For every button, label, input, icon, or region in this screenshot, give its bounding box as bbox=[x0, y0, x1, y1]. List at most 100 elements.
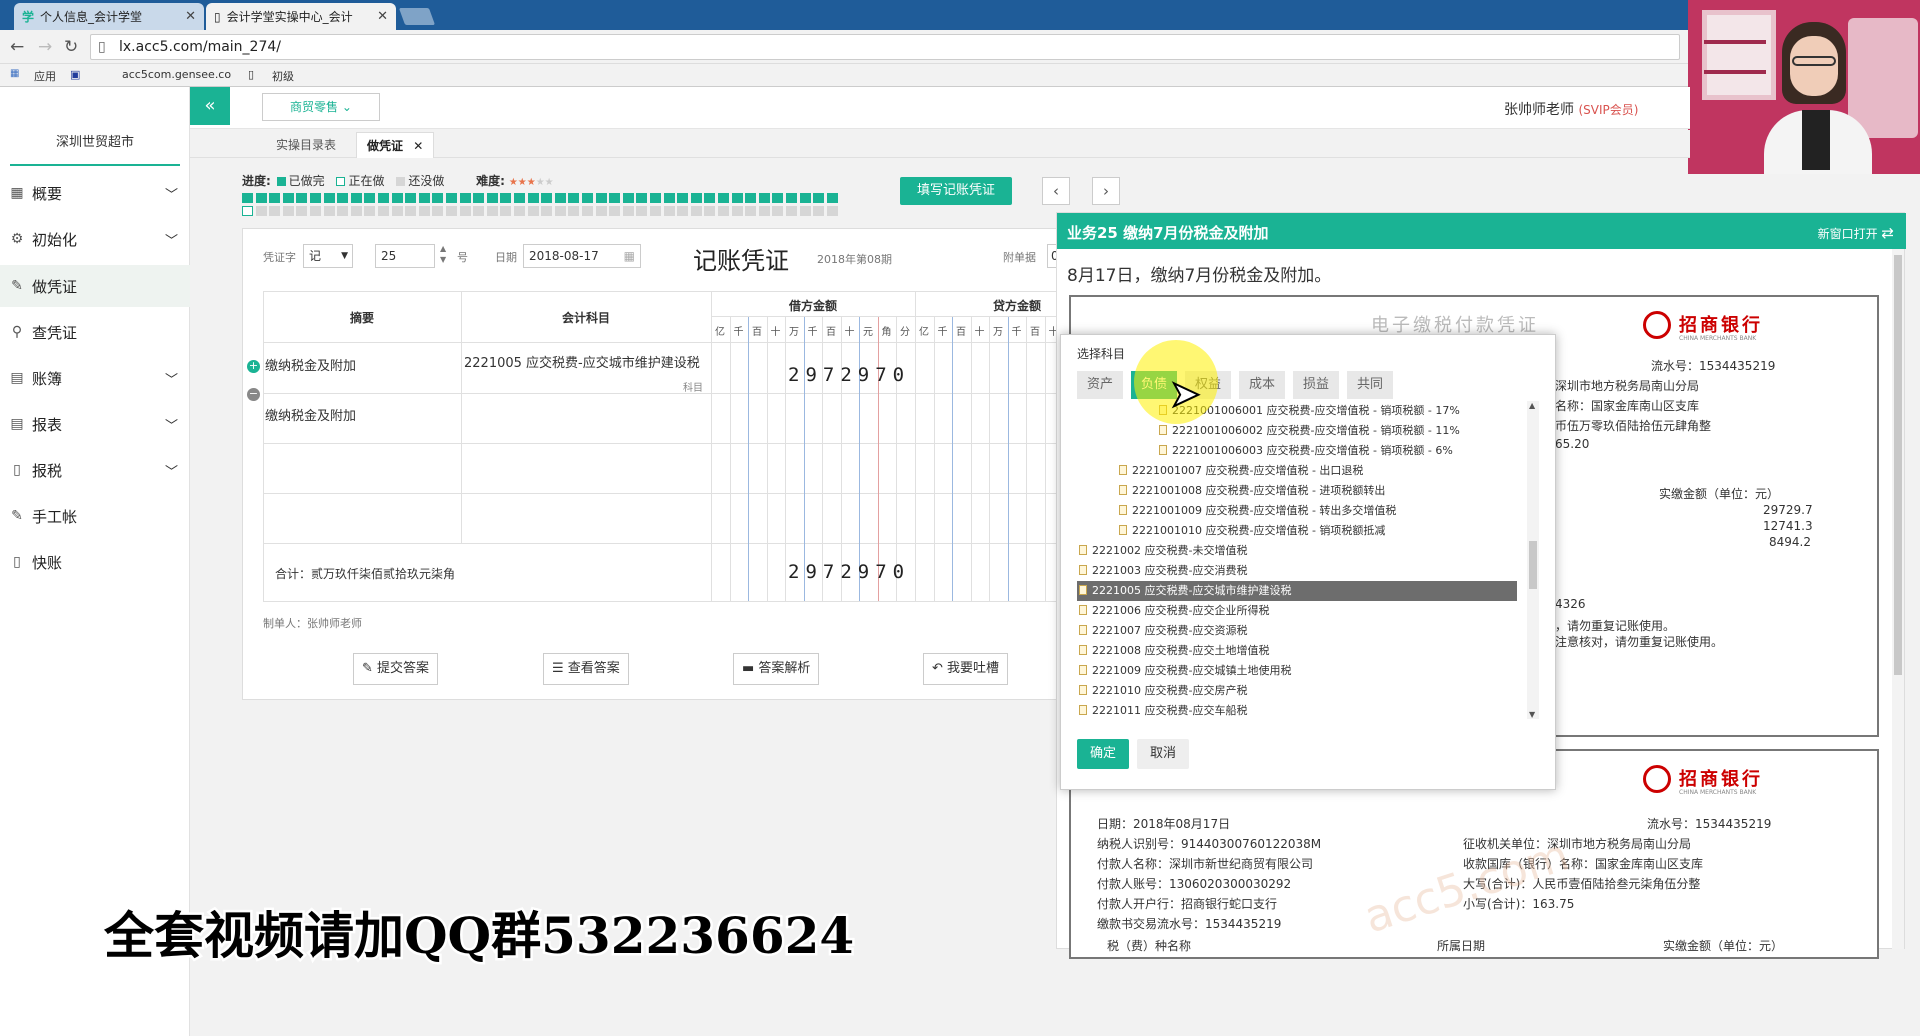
next-business-button[interactable]: › bbox=[1092, 177, 1120, 205]
answer-analysis-button[interactable]: ▬ 答案解析 bbox=[733, 653, 820, 685]
tab-profit-loss[interactable]: 损益 bbox=[1293, 371, 1339, 399]
progress-cell[interactable] bbox=[826, 193, 838, 203]
submit-answer-button[interactable]: ✎ 提交答案 bbox=[353, 653, 439, 685]
sidebar-item-make-voucher[interactable]: ✎ 做凭证 bbox=[0, 265, 190, 307]
sidebar-item-reports[interactable]: ▤ 报表 ﹀ bbox=[0, 403, 190, 445]
progress-cell[interactable] bbox=[677, 193, 689, 203]
progress-cell[interactable] bbox=[500, 193, 512, 203]
progress-cell[interactable] bbox=[364, 193, 376, 203]
progress-cell[interactable] bbox=[786, 193, 797, 203]
sidebar-item-init[interactable]: ⚙ 初始化 ﹀ bbox=[0, 218, 190, 260]
tree-item[interactable]: 2221001010 应交税费-应交增值税 - 销项税额抵减 bbox=[1077, 521, 1517, 541]
scroll-down-icon[interactable]: ▼ bbox=[1529, 710, 1535, 719]
browser-tab[interactable]: 学 个人信息_会计学堂 ✕ bbox=[14, 3, 204, 30]
progress-cell[interactable] bbox=[282, 206, 294, 216]
progress-cell[interactable] bbox=[731, 193, 743, 203]
progress-cell[interactable] bbox=[554, 206, 566, 216]
progress-cell[interactable] bbox=[595, 206, 607, 216]
progress-cell[interactable] bbox=[446, 206, 457, 216]
progress-cell[interactable] bbox=[473, 206, 485, 216]
prev-business-button[interactable]: ‹ bbox=[1042, 177, 1070, 205]
progress-cell[interactable] bbox=[323, 193, 335, 203]
progress-cell[interactable] bbox=[582, 206, 593, 216]
progress-cell[interactable] bbox=[282, 193, 294, 203]
progress-cell[interactable] bbox=[350, 206, 362, 216]
progress-cell[interactable] bbox=[772, 206, 784, 216]
progress-cell[interactable] bbox=[541, 193, 553, 203]
collapse-sidebar-button[interactable]: « bbox=[190, 87, 230, 125]
progress-cell[interactable] bbox=[500, 206, 512, 216]
number-stepper-icon[interactable]: ▲ ▼ bbox=[440, 243, 446, 265]
progress-cell[interactable] bbox=[337, 206, 349, 216]
progress-cell[interactable] bbox=[609, 193, 621, 203]
tree-item[interactable]: 2221001007 应交税费-应交增值税 - 出口退税 bbox=[1077, 461, 1517, 481]
browser-tab-active[interactable]: ▯ 会计学堂实操中心_会计 ✕ bbox=[206, 3, 396, 30]
fill-voucher-button[interactable]: 填写记账凭证 bbox=[900, 177, 1012, 205]
progress-cell[interactable] bbox=[242, 193, 253, 203]
forward-icon[interactable]: → bbox=[38, 37, 52, 57]
progress-cell[interactable] bbox=[473, 193, 485, 203]
progress-cell[interactable] bbox=[296, 193, 308, 203]
progress-cell[interactable] bbox=[622, 206, 634, 216]
progress-cell[interactable] bbox=[310, 193, 321, 203]
sidebar-item-quick-ledger[interactable]: ▯ 快账 bbox=[0, 541, 190, 583]
tab-assets[interactable]: 资产 bbox=[1077, 371, 1123, 399]
bookmark-chuji[interactable]: 初级 bbox=[272, 68, 294, 84]
progress-cell[interactable] bbox=[527, 206, 539, 216]
sidebar-item-ledger[interactable]: ▤ 账簿 ﹀ bbox=[0, 357, 190, 399]
new-tab-button[interactable] bbox=[398, 8, 436, 25]
row1-summary[interactable]: 缴纳税金及附加 bbox=[265, 355, 459, 374]
progress-cell[interactable] bbox=[582, 193, 593, 203]
close-icon[interactable]: ✕ bbox=[413, 139, 423, 153]
panel-scrollbar[interactable] bbox=[1892, 249, 1904, 949]
tab-make-voucher[interactable]: 做凭证 ✕ bbox=[356, 132, 435, 158]
progress-cell[interactable] bbox=[337, 193, 349, 203]
progress-cell[interactable] bbox=[296, 206, 308, 216]
progress-cell[interactable] bbox=[813, 206, 825, 216]
tab-practice-catalog[interactable]: 实操目录表 bbox=[266, 132, 346, 158]
progress-cell[interactable] bbox=[242, 206, 253, 216]
user-info[interactable]: 张帅师老师 (SVIP会员) bbox=[1504, 99, 1638, 119]
sidebar-item-tax[interactable]: ▯ 报税 ﹀ bbox=[0, 449, 190, 491]
progress-cell[interactable] bbox=[568, 206, 580, 216]
tree-item[interactable]: 2221001009 应交税费-应交增值税 - 转出多交增值税 bbox=[1077, 501, 1517, 521]
progress-cell[interactable] bbox=[378, 206, 389, 216]
progress-cell[interactable] bbox=[541, 206, 553, 216]
progress-cell[interactable] bbox=[677, 206, 689, 216]
progress-cell[interactable] bbox=[690, 206, 702, 216]
progress-cell[interactable] bbox=[459, 206, 471, 216]
progress-cell[interactable] bbox=[745, 193, 757, 203]
tab-cost[interactable]: 成本 bbox=[1239, 371, 1285, 399]
url-input[interactable]: ▯ lx.acc5.com/main_274/ bbox=[90, 34, 1680, 60]
close-tab-icon[interactable]: ✕ bbox=[185, 9, 196, 24]
view-answer-button[interactable]: ☰ 查看答案 bbox=[543, 653, 629, 685]
progress-cell[interactable] bbox=[350, 193, 362, 203]
progress-cell[interactable] bbox=[269, 193, 281, 203]
progress-cell[interactable] bbox=[527, 193, 539, 203]
progress-cell[interactable] bbox=[704, 206, 716, 216]
progress-cell[interactable] bbox=[609, 206, 621, 216]
tree-scrollbar[interactable]: ▲ ▼ bbox=[1527, 401, 1539, 719]
bookmark-gensee[interactable]: acc5com.gensee.co bbox=[122, 68, 231, 81]
progress-cell[interactable] bbox=[799, 193, 811, 203]
industry-dropdown[interactable]: 商贸零售 ⌄ bbox=[262, 93, 380, 121]
progress-cell[interactable] bbox=[650, 193, 661, 203]
progress-cell[interactable] bbox=[378, 193, 389, 203]
progress-cell[interactable] bbox=[405, 206, 417, 216]
feedback-button[interactable]: ↶ 我要吐槽 bbox=[923, 653, 1009, 685]
progress-cell[interactable] bbox=[255, 206, 267, 216]
tree-item[interactable]: 2221006 应交税费-应交企业所得税 bbox=[1077, 601, 1517, 621]
progress-cell[interactable] bbox=[554, 193, 566, 203]
row1-debit-amount[interactable]: 2972970 bbox=[788, 364, 910, 386]
close-tab-icon[interactable]: ✕ bbox=[377, 9, 388, 24]
voucher-date-input[interactable]: 2018-08-17 ▦ bbox=[523, 244, 641, 268]
progress-cell[interactable] bbox=[486, 193, 498, 203]
progress-cell[interactable] bbox=[758, 206, 770, 216]
progress-cell[interactable] bbox=[799, 206, 811, 216]
progress-cell[interactable] bbox=[514, 206, 525, 216]
open-new-window-button[interactable]: 新窗口打开 ⇄ bbox=[1818, 224, 1894, 242]
progress-cell[interactable] bbox=[486, 206, 498, 216]
progress-cell[interactable] bbox=[663, 193, 675, 203]
progress-cell[interactable] bbox=[622, 193, 634, 203]
tree-item[interactable]: 2221003 应交税费-应交消费税 bbox=[1077, 561, 1517, 581]
